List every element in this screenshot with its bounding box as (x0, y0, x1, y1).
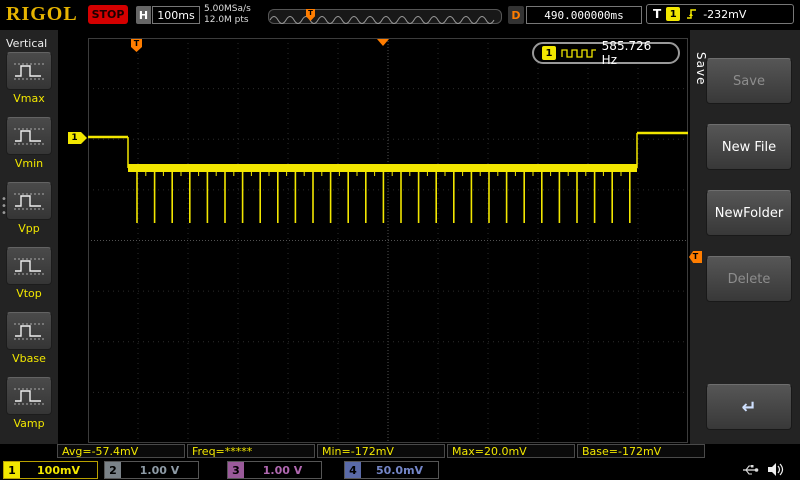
new-folder-button[interactable]: NewFolder (706, 190, 792, 236)
freq-counter-value: 585.726 Hz (601, 39, 652, 67)
frequency-counter: 1 585.726 Hz (532, 39, 680, 67)
horizontal-label: H (136, 6, 151, 24)
vmin-waveform-icon (6, 117, 52, 155)
horizontal-position-bar[interactable] (268, 9, 502, 24)
delete-button[interactable]: Delete (706, 256, 792, 302)
memory-depth: 12.0M pts (204, 15, 249, 25)
horizontal-center-marker (377, 39, 389, 46)
menu-item-vmin[interactable]: Vmin (1, 117, 57, 170)
measurement-max: Max=20.0mV (447, 444, 575, 458)
channel-1-status[interactable]: 1 100mV (3, 461, 98, 479)
measurement-base: Base=-172mV (577, 444, 705, 458)
sample-rate: 5.00MSa/s (204, 4, 251, 14)
menu-item-vbase[interactable]: Vbase (1, 312, 57, 365)
usb-icon (743, 465, 759, 475)
graticule (88, 38, 688, 443)
vamp-waveform-icon (6, 377, 52, 415)
trigger-info-box: T 1 -232mV (646, 4, 794, 24)
pulse-train-icon (561, 49, 596, 58)
save-button[interactable]: Save (706, 58, 792, 104)
ch1-waveform-trace (88, 131, 688, 223)
channel-2-status[interactable]: 2 1.00 V (104, 461, 199, 479)
run-state-badge: STOP (88, 5, 128, 24)
measurement-avg: Avg=-57.4mV (57, 444, 185, 458)
menu-item-vmax[interactable]: Vmax (1, 52, 57, 105)
channel-3-status[interactable]: 3 1.00 V (227, 461, 322, 479)
speaker-icon[interactable] (766, 461, 784, 478)
freq-counter-channel-chip: 1 (542, 46, 556, 60)
return-arrow-icon: ↵ (741, 396, 757, 418)
menu-item-vpp[interactable]: Vpp (1, 182, 57, 235)
measurement-freq: Freq=***** (187, 444, 315, 458)
trigger-label: T (653, 7, 662, 21)
menu-item-vamp[interactable]: Vamp (1, 377, 57, 430)
brand-logo: RIGOL (6, 3, 78, 25)
trigger-level-readout: -232mV (703, 7, 747, 21)
vtop-waveform-icon (6, 247, 52, 285)
delay-label: D (508, 6, 524, 24)
ch1-level-marker[interactable]: 1 (68, 132, 87, 144)
return-button[interactable]: ↵ (706, 384, 792, 430)
measurement-min: Min=-172mV (317, 444, 445, 458)
oscilloscope-screen: RIGOL STOP H 100ms 5.00MSa/s 12.0M pts T… (0, 0, 800, 480)
new-file-button[interactable]: New File (706, 124, 792, 170)
channel-4-status[interactable]: 4 50.0mV (344, 461, 439, 479)
timebase-readout: 100ms (152, 6, 200, 24)
vpp-waveform-icon (6, 182, 52, 220)
left-menu-title: Vertical (6, 37, 48, 50)
delay-readout: 490.000000ms (526, 6, 642, 24)
waveform-overview-icon (269, 16, 495, 24)
rising-edge-icon (687, 9, 697, 19)
vbase-waveform-icon (6, 312, 52, 350)
acquisition-info: 5.00MSa/s 12.0M pts (204, 4, 251, 26)
menu-item-vtop[interactable]: Vtop (1, 247, 57, 300)
vmax-waveform-icon (6, 52, 52, 90)
trigger-source-chip: 1 (666, 7, 681, 21)
